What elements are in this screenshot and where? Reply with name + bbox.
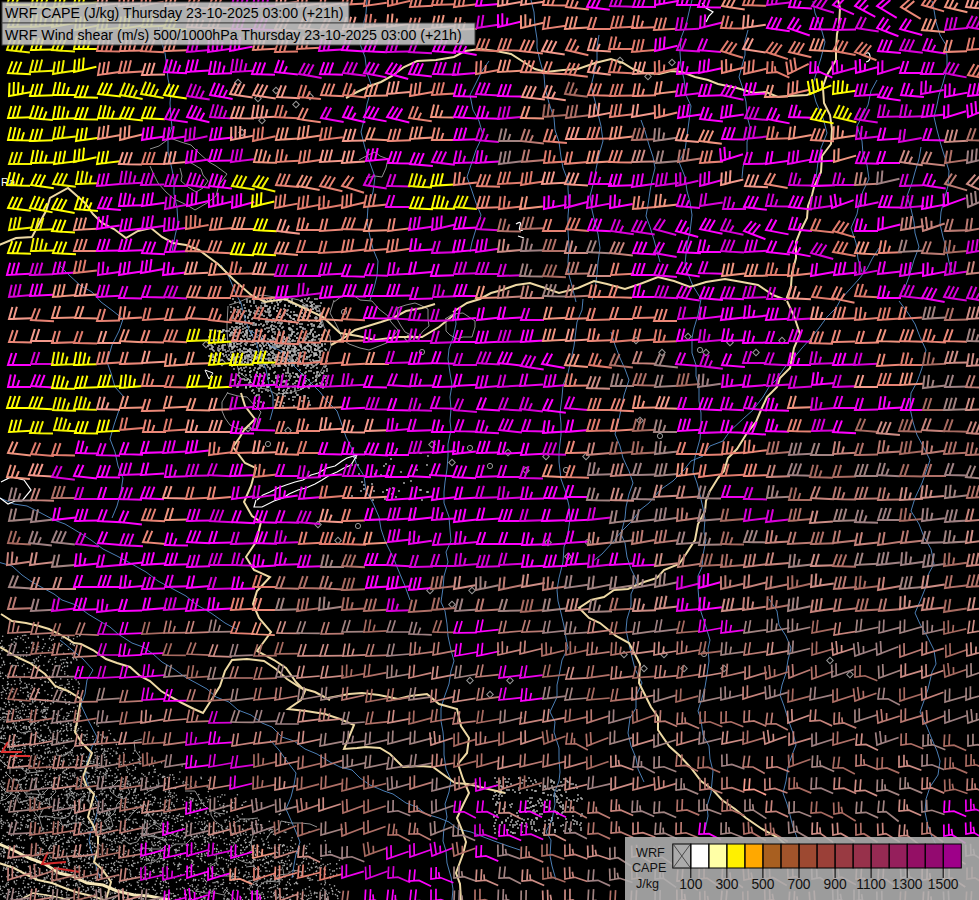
svg-text:700: 700 bbox=[787, 877, 810, 892]
svg-text:J/kg: J/kg bbox=[636, 877, 659, 891]
svg-text:WRF: WRF bbox=[636, 846, 665, 860]
svg-text:500: 500 bbox=[751, 877, 774, 892]
svg-text:1300: 1300 bbox=[892, 877, 923, 892]
svg-text:1500: 1500 bbox=[928, 877, 959, 892]
svg-text:WRF Wind shear (m/s) 500/1000h: WRF Wind shear (m/s) 500/1000hPa Thursda… bbox=[5, 27, 462, 43]
svg-text:100: 100 bbox=[679, 877, 702, 892]
svg-text:CAPE: CAPE bbox=[632, 861, 666, 875]
svg-text:900: 900 bbox=[824, 877, 847, 892]
svg-text:WRF CAPE (J/kg) Thursday 23-10: WRF CAPE (J/kg) Thursday 23-10-2025 03:0… bbox=[5, 5, 343, 21]
svg-text:300: 300 bbox=[715, 877, 738, 892]
svg-text:1100: 1100 bbox=[856, 877, 886, 892]
